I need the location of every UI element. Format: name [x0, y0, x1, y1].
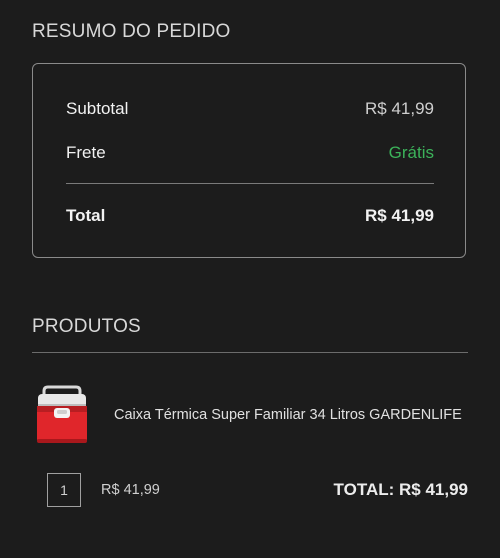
unit-price: R$ 41,99 [101, 482, 160, 498]
product-name[interactable]: Caixa Térmica Super Familiar 34 Litros G… [114, 407, 462, 423]
products-divider [32, 352, 468, 353]
order-summary-card: Subtotal R$ 41,99 Frete Grátis Total R$ … [32, 63, 466, 258]
product-thumbnail-cooler[interactable] [34, 384, 90, 446]
total-row: Total R$ 41,99 [66, 206, 434, 226]
shipping-row: Frete Grátis [66, 143, 434, 163]
summary-divider [66, 183, 434, 184]
shipping-label: Frete [66, 143, 106, 162]
order-summary-title: RESUMO DO PEDIDO [32, 21, 231, 42]
subtotal-label: Subtotal [66, 99, 129, 118]
subtotal-row: Subtotal R$ 41,99 [66, 99, 434, 119]
product-line-total: TOTAL: R$ 41,99 [333, 480, 468, 499]
quantity-box[interactable]: 1 [47, 473, 81, 507]
total-label: Total [66, 206, 106, 225]
shipping-value: Grátis [388, 143, 434, 162]
products-title: PRODUTOS [32, 316, 141, 337]
red-cooler-icon [37, 385, 87, 443]
total-value: R$ 41,99 [365, 206, 434, 225]
subtotal-value: R$ 41,99 [365, 99, 434, 118]
